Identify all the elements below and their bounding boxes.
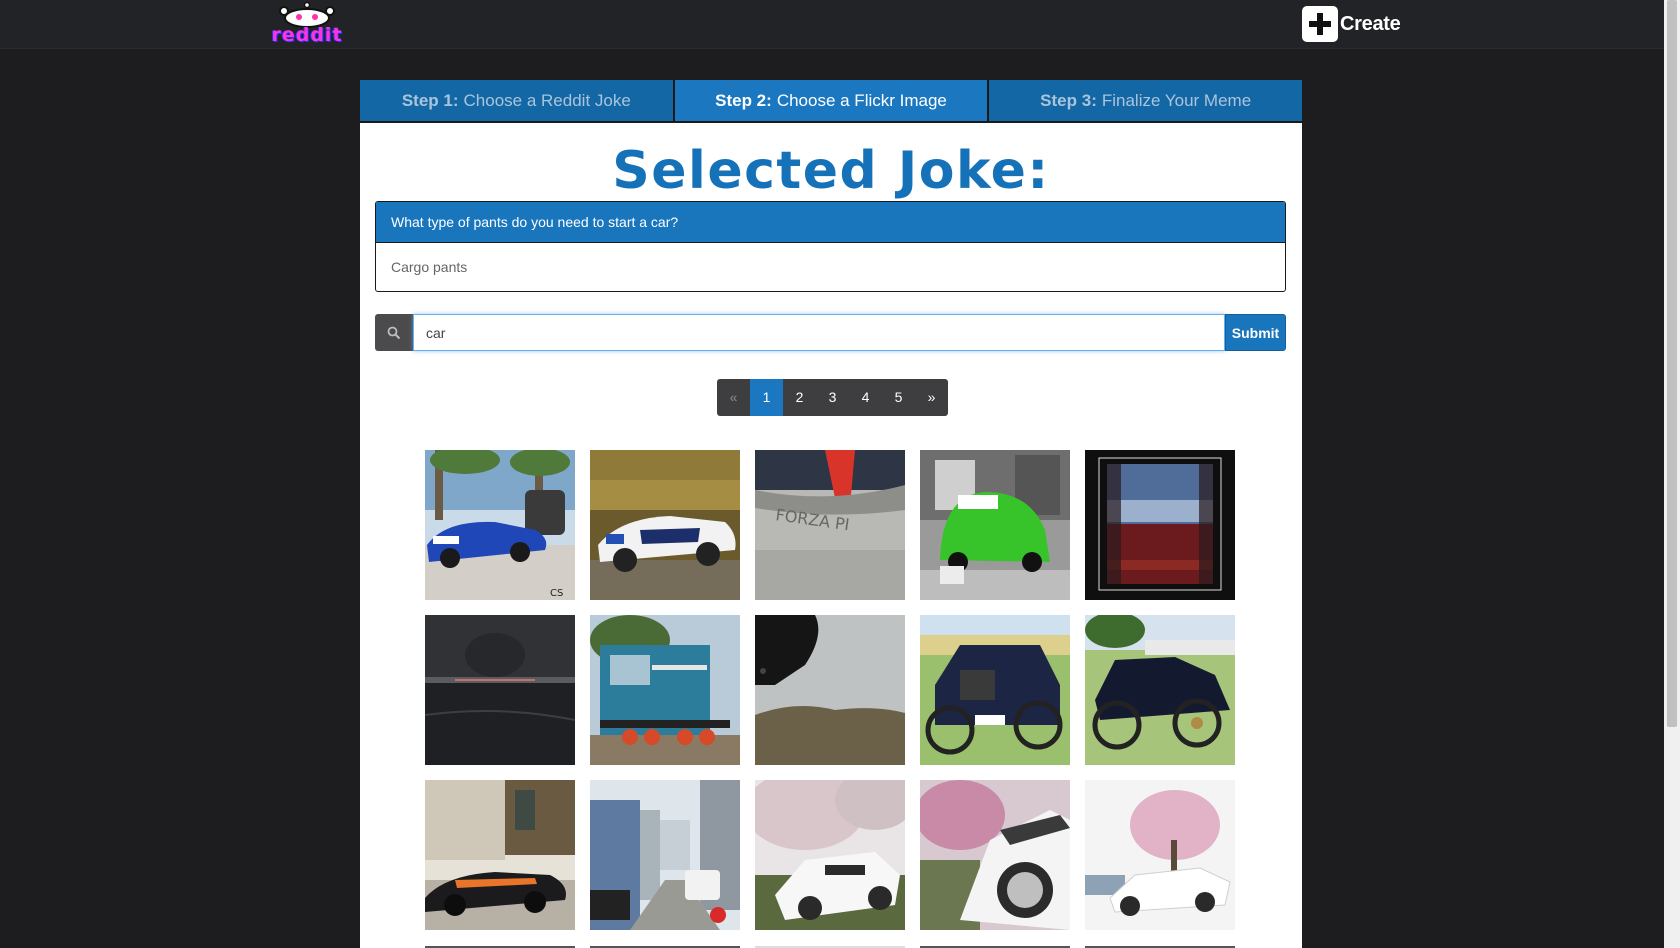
image-thumbnail[interactable] [1085,780,1235,930]
top-navbar: reddit Create [0,0,1664,49]
pagination-page-2[interactable]: 2 [783,379,816,416]
tab-label: Finalize Your Meme [1101,90,1252,110]
joke-answer: Cargo pants [391,259,468,275]
image-thumbnail[interactable] [1085,450,1235,600]
scrollbar-thumb[interactable] [1667,0,1677,727]
pagination-page-3[interactable]: 3 [816,379,849,416]
image-search-bar: Submit [375,314,1286,351]
flickr-image-grid: CS FORZA PI [425,450,1255,930]
pagination-page-1[interactable]: 1 [750,379,783,416]
image-thumbnail[interactable]: FORZA PI [755,450,905,600]
tab-label: Choose a Reddit Joke [463,90,631,110]
create-label: Create [1340,12,1401,35]
image-thumbnail[interactable] [590,450,740,600]
create-button[interactable]: Create [1302,6,1401,42]
tab-step-number: Step 2: [715,90,772,110]
meme-builder-panel: Step 1: Choose a Reddit Joke Step 2: Cho… [360,80,1303,948]
pagination-next[interactable]: » [915,379,948,416]
selected-joke-card: What type of pants do you need to start … [375,201,1286,292]
joke-question: What type of pants do you need to start … [376,202,1285,243]
search-icon [375,314,413,351]
image-thumbnail[interactable] [920,450,1070,600]
tab-label: Choose a Flickr Image [776,90,947,110]
image-thumbnail[interactable] [1085,615,1235,765]
pagination-page-5[interactable]: 5 [882,379,915,416]
tab-step-3[interactable]: Step 3: Finalize Your Meme [989,80,1303,121]
tab-step-number: Step 1: [401,90,459,110]
image-thumbnail[interactable] [425,615,575,765]
tab-step-number: Step 3: [1040,90,1097,110]
svg-text:CS: CS [550,588,563,599]
image-thumbnail[interactable] [755,615,905,765]
search-input[interactable] [413,314,1225,351]
tab-step-1[interactable]: Step 1: Choose a Reddit Joke [360,80,675,121]
pagination-prev[interactable]: « [717,379,750,416]
pagination: « 1 2 3 4 5 » [717,379,948,416]
image-thumbnail[interactable] [920,780,1070,930]
pagination-page-4[interactable]: 4 [849,379,882,416]
tab-step-2[interactable]: Step 2: Choose a Flickr Image [674,80,990,121]
plus-icon [1302,6,1338,42]
image-thumbnail[interactable]: CS [425,450,575,600]
page-scrollbar[interactable] [1664,0,1680,948]
reddit-logo[interactable]: reddit [261,2,353,46]
logo-text: reddit [271,24,343,46]
image-thumbnail[interactable] [590,615,740,765]
page-title: Selected Joke: [612,141,1050,201]
step-tabs: Step 1: Choose a Reddit Joke Step 2: Cho… [360,80,1303,123]
image-thumbnail[interactable] [920,615,1070,765]
image-thumbnail[interactable] [425,780,575,930]
image-thumbnail[interactable] [590,780,740,930]
submit-button[interactable]: Submit [1225,314,1286,351]
image-thumbnail[interactable] [755,780,905,930]
